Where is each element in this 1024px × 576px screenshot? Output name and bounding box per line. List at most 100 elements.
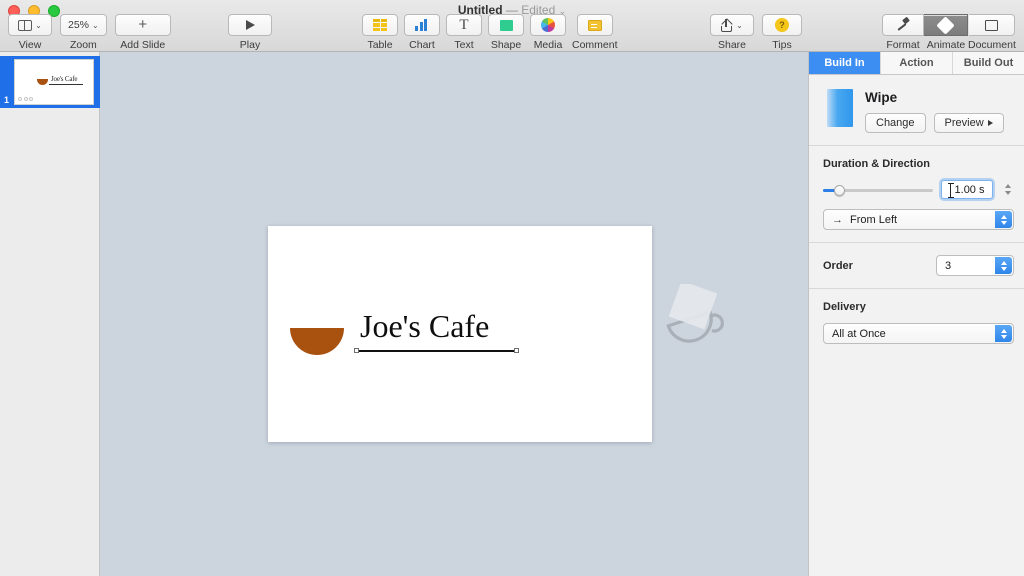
comment-note-icon [587, 19, 602, 31]
thumbnail-title-text: Joe's Cafe [51, 75, 78, 83]
offslide-cup-ghost[interactable] [656, 284, 730, 358]
change-effect-button[interactable]: Change [865, 113, 926, 133]
change-label: Change [876, 117, 915, 129]
slide-canvas[interactable]: Joe's Cafe [100, 52, 808, 576]
toolbar-item-chart[interactable]: Chart [404, 14, 440, 51]
arrow-right-icon: → [832, 213, 843, 226]
play-triangle-icon [987, 120, 993, 126]
slide-thumbnail[interactable]: Joe's Cafe [14, 59, 94, 105]
play-triangle-icon [245, 20, 255, 30]
direction-popup-chevrons-icon[interactable] [995, 211, 1012, 228]
table-button[interactable] [362, 14, 398, 36]
comment-label: Comment [572, 39, 618, 51]
toolbar-play-group: Play [228, 14, 272, 51]
animate-inspector: Build In Action Build Out Wipe Change Pr… [808, 52, 1024, 576]
table-icon [373, 19, 387, 31]
thumbnail-rule-line [49, 83, 83, 85]
document-page-icon [984, 19, 998, 31]
document-button[interactable] [968, 14, 1015, 36]
tips-button[interactable]: ? [762, 14, 802, 36]
animate-button[interactable] [924, 14, 968, 36]
animate-label: Animate [926, 39, 966, 51]
effect-details: Wipe Change Preview [865, 89, 1010, 133]
toolbar-item-table[interactable]: Table [362, 14, 398, 51]
toolbar-item-document[interactable]: Document [968, 14, 1016, 51]
chevron-down-icon: ⌄ [736, 20, 743, 30]
shape-button[interactable] [488, 14, 524, 36]
tab-build-out[interactable]: Build Out [953, 52, 1024, 74]
slide-title-text[interactable]: Joe's Cafe [360, 308, 489, 345]
order-section: Order 3 [809, 243, 1024, 289]
selection-handle-left[interactable] [354, 348, 359, 353]
toolbar-item-zoom[interactable]: 25% ⌄ Zoom [60, 14, 107, 51]
chart-button[interactable] [404, 14, 440, 36]
tab-action[interactable]: Action [881, 52, 953, 74]
keynote-window: Untitled — Edited ⌄ ⌄ View 25% ⌄ Zoom + … [0, 0, 1024, 576]
toolbar-item-format[interactable]: Format [882, 14, 924, 51]
zoom-value: 25% [68, 19, 90, 31]
direction-value: From Left [850, 213, 898, 226]
tab-build-in[interactable]: Build In [809, 52, 881, 74]
effect-row: Wipe Change Preview [809, 75, 1024, 146]
coffee-cup-shape[interactable] [290, 328, 344, 355]
delivery-label: Delivery [823, 301, 866, 313]
duration-value: 1.00 s [954, 183, 985, 196]
delivery-popup-chevrons-icon[interactable] [995, 325, 1012, 342]
toolbar-item-comment[interactable]: Comment [572, 14, 618, 51]
format-label: Format [886, 39, 920, 51]
effect-buttons: Change Preview [865, 113, 1010, 133]
order-input[interactable]: 3 [936, 255, 1014, 276]
media-button[interactable] [530, 14, 566, 36]
text-label: Text [454, 39, 474, 51]
shape-square-icon [499, 19, 513, 31]
shape-label: Shape [490, 39, 522, 51]
slide-surface[interactable]: Joe's Cafe [268, 226, 652, 442]
slider-knob[interactable] [834, 184, 845, 196]
comment-button[interactable] [576, 14, 613, 36]
duration-slider[interactable] [823, 183, 933, 197]
zoom-label: Zoom [69, 39, 97, 51]
text-button[interactable]: T [446, 14, 482, 36]
direction-popup[interactable]: → From Left [823, 209, 1014, 230]
toolbar-item-animate[interactable]: Animate [924, 14, 968, 51]
order-stepper-chevrons-icon[interactable] [995, 257, 1012, 274]
share-upload-icon [721, 18, 733, 32]
duration-row: 1.00 s [823, 180, 1014, 199]
tips-glyph: ? [779, 20, 785, 30]
toolbar-item-view[interactable]: ⌄ View [8, 14, 52, 51]
effect-preview-thumbnail [827, 89, 853, 127]
toolbar-item-share[interactable]: ⌄ Share [710, 14, 754, 51]
toolbar-insert-group: Table Chart T Text Shape Media Comment [362, 14, 618, 51]
chevron-down-icon: ⌄ [92, 20, 99, 30]
plus-icon: + [138, 16, 148, 33]
share-button[interactable]: ⌄ [710, 14, 754, 36]
toolbar-inspector-group: Format Animate Document [882, 14, 1016, 51]
play-button[interactable] [228, 14, 272, 36]
toolbar-item-tips[interactable]: ? Tips [762, 14, 802, 51]
underline-shape[interactable] [356, 350, 516, 353]
toolbar-item-play[interactable]: Play [228, 14, 272, 51]
toolbar-share-group: ⌄ Share ? Tips [710, 14, 802, 51]
add-slide-button[interactable]: + [114, 14, 171, 36]
toolbar-item-media[interactable]: Media [530, 14, 566, 51]
selection-handle-right[interactable] [514, 348, 519, 353]
duration-stepper[interactable] [1001, 180, 1014, 199]
delivery-popup[interactable]: All at Once [823, 323, 1014, 344]
duration-input[interactable]: 1.00 s [941, 180, 993, 199]
slide-navigator[interactable]: 1 Joe's Cafe [0, 52, 100, 576]
cup-ghost-shape [666, 284, 724, 343]
view-label: View [18, 39, 42, 51]
toolbar: Untitled — Edited ⌄ ⌄ View 25% ⌄ Zoom + … [0, 0, 1024, 52]
toolbar-item-text[interactable]: T Text [446, 14, 482, 51]
toolbar-item-add-slide[interactable]: + Add Slide [114, 14, 171, 51]
toolbar-item-shape[interactable]: Shape [488, 14, 524, 51]
slide-number: 1 [4, 95, 10, 105]
preview-label: Preview [944, 117, 984, 129]
order-label: Order [823, 259, 853, 272]
format-button[interactable] [882, 14, 924, 36]
zoom-button[interactable]: 25% ⌄ [60, 14, 107, 36]
slide-thumbnail-row[interactable]: 1 Joe's Cafe [0, 56, 100, 108]
preview-effect-button[interactable]: Preview [933, 113, 1004, 133]
text-t-icon: T [459, 16, 469, 33]
view-button[interactable]: ⌄ [8, 14, 52, 36]
